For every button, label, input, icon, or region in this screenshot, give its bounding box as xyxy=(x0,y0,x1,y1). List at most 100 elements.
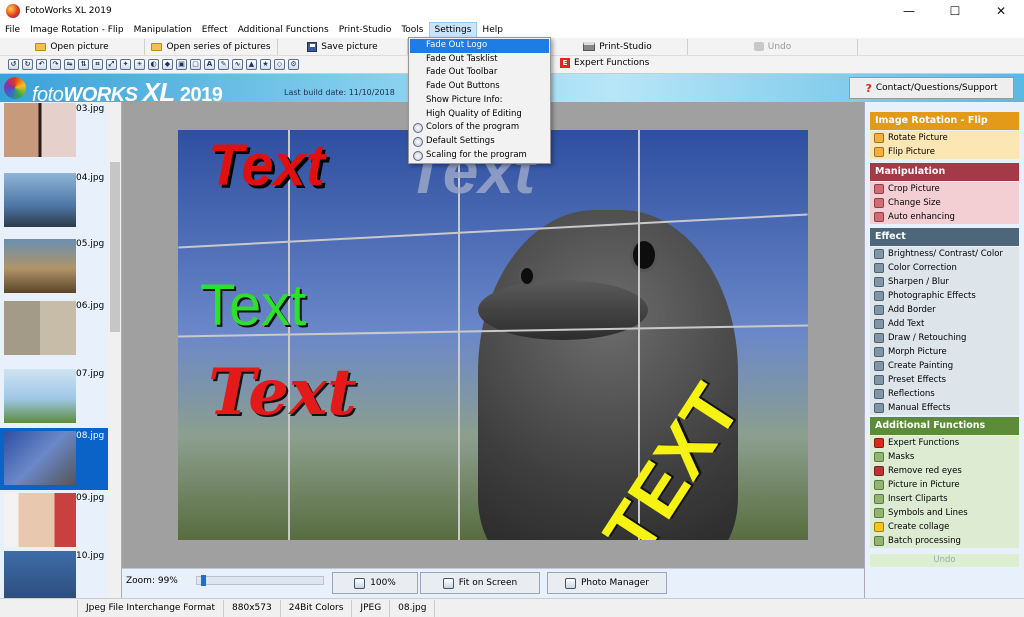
reflections-button[interactable]: Reflections xyxy=(870,387,1019,401)
remove-red-eyes-button[interactable]: Remove red eyes xyxy=(870,464,1019,478)
auto-enhancing-button[interactable]: Auto enhancing xyxy=(870,210,1019,224)
photo-effect-icon[interactable]: ▣ xyxy=(176,59,187,70)
resize-icon[interactable]: ⤢ xyxy=(106,59,117,70)
crop-icon[interactable]: ⌗ xyxy=(92,59,103,70)
menu-tools[interactable]: Tools xyxy=(396,22,428,38)
fit-on-screen-button[interactable]: Fit on Screen xyxy=(420,572,540,594)
close-button[interactable]: ✕ xyxy=(978,0,1024,22)
menu-help[interactable]: Help xyxy=(477,22,508,38)
contact-support-button[interactable]: ? Contact/Questions/Support xyxy=(849,77,1014,99)
draw-retouching-button[interactable]: Draw / Retouching xyxy=(870,331,1019,345)
add-text-button[interactable]: Add Text xyxy=(870,317,1019,331)
crop-picture-label: Crop Picture xyxy=(888,184,940,194)
rotate-ccw-icon[interactable]: ↶ xyxy=(36,59,47,70)
create-collage-label: Create collage xyxy=(888,522,950,532)
morph-picture-button[interactable]: Morph Picture xyxy=(870,345,1019,359)
insert-cliparts-button[interactable]: Insert Cliparts xyxy=(870,492,1019,506)
menu-file[interactable]: File xyxy=(0,22,25,38)
edited-photo[interactable]: Text Text Text Text TEXT xyxy=(178,130,808,540)
rotate-cw-icon[interactable]: ↷ xyxy=(50,59,61,70)
open-picture-button[interactable]: Open picture xyxy=(0,38,145,55)
section-image-rotation[interactable]: Image Rotation - Flip xyxy=(870,112,1019,130)
menu-fade-out-buttons[interactable]: Fade Out Buttons xyxy=(410,80,549,94)
reflection-icon[interactable]: ◇ xyxy=(274,59,285,70)
thumbnail-item[interactable]: 07.jpg xyxy=(0,366,108,428)
photographic-effects-button[interactable]: Photographic Effects xyxy=(870,289,1019,303)
zoom-100-button[interactable]: 100% xyxy=(332,572,418,594)
masks-button[interactable]: Masks xyxy=(870,450,1019,464)
panel-undo-button[interactable]: Undo xyxy=(870,554,1019,567)
preset-icon xyxy=(874,375,884,385)
flip-icon[interactable]: ⇋ xyxy=(64,59,75,70)
brush-icon[interactable]: ✎ xyxy=(218,59,229,70)
rotate-left-icon[interactable]: ↺ xyxy=(8,59,19,70)
menu-fade-out-logo[interactable]: Fade Out Logo xyxy=(410,39,549,53)
crop-picture-button[interactable]: Crop Picture xyxy=(870,182,1019,196)
menu-fade-out-tasklist[interactable]: Fade Out Tasklist xyxy=(410,53,549,67)
menu-additional-functions[interactable]: Additional Functions xyxy=(233,22,334,38)
thumbnail-item[interactable]: 04.jpg xyxy=(0,170,108,232)
thumbnail-item[interactable]: 05.jpg xyxy=(0,236,108,298)
status-file: 08.jpg xyxy=(390,599,436,617)
rotate-picture-button[interactable]: Rotate Picture xyxy=(870,131,1019,145)
menu-print-studio[interactable]: Print-Studio xyxy=(334,22,397,38)
menu-scaling[interactable]: Scaling for the program xyxy=(410,149,549,163)
color-icon xyxy=(874,263,884,273)
symbols-lines-button[interactable]: Symbols and Lines xyxy=(870,506,1019,520)
thumbnail-item[interactable]: 09.jpg xyxy=(0,490,108,552)
photo-manager-button[interactable]: Photo Manager xyxy=(547,572,667,594)
sharpen-blur-button[interactable]: Sharpen / Blur xyxy=(870,275,1019,289)
thumbnail-item[interactable]: 10.jpg xyxy=(0,548,108,599)
save-picture-button[interactable]: Save picture xyxy=(278,38,408,55)
menu-default-settings[interactable]: Default Settings xyxy=(410,135,549,149)
border-icon[interactable]: ▢ xyxy=(190,59,201,70)
painting-icon[interactable]: ▲ xyxy=(246,59,257,70)
text-tool-icon[interactable]: A xyxy=(204,59,215,70)
expert-functions-item[interactable]: Expert Functions xyxy=(870,436,1019,450)
thumbnail-item[interactable]: 06.jpg xyxy=(0,298,108,360)
menu-image-rotation[interactable]: Image Rotation - Flip xyxy=(25,22,129,38)
maximize-button[interactable]: ☐ xyxy=(932,0,978,22)
flip-picture-button[interactable]: Flip Picture xyxy=(870,145,1019,159)
add-border-button[interactable]: Add Border xyxy=(870,303,1019,317)
undo-button[interactable]: Undo xyxy=(688,38,858,55)
brightness-icon[interactable]: ☀ xyxy=(134,59,145,70)
change-size-button[interactable]: Change Size xyxy=(870,196,1019,210)
menu-high-quality[interactable]: High Quality of Editing xyxy=(410,108,549,122)
menu-fade-out-toolbar[interactable]: Fade Out Toolbar xyxy=(410,66,549,80)
menu-manipulation[interactable]: Manipulation xyxy=(129,22,197,38)
thumbnail-item-selected[interactable]: 08.jpg xyxy=(0,428,108,490)
zoom-slider-knob[interactable] xyxy=(200,575,206,586)
expert-functions-button[interactable]: E Expert Functions xyxy=(560,58,649,68)
preset-icon[interactable]: ★ xyxy=(260,59,271,70)
minimize-button[interactable]: — xyxy=(886,0,932,22)
enhance-icon[interactable]: ✦ xyxy=(120,59,131,70)
brightness-contrast-button[interactable]: Brightness/ Contrast/ Color xyxy=(870,247,1019,261)
menu-show-picture-info[interactable]: Show Picture Info: xyxy=(410,94,549,108)
sharpen-icon[interactable]: ◆ xyxy=(162,59,173,70)
rotate-right-icon[interactable]: ↻ xyxy=(22,59,33,70)
manual-effect-icon[interactable]: ⚙ xyxy=(288,59,299,70)
create-collage-button[interactable]: Create collage xyxy=(870,520,1019,534)
menu-settings[interactable]: Settings xyxy=(428,22,478,38)
create-painting-button[interactable]: Create Painting xyxy=(870,359,1019,373)
thumbnail-item[interactable]: 03.jpg xyxy=(0,102,108,164)
picture-in-picture-button[interactable]: Picture in Picture xyxy=(870,478,1019,492)
preset-effects-button[interactable]: Preset Effects xyxy=(870,373,1019,387)
mirror-icon[interactable]: ⇅ xyxy=(78,59,89,70)
menu-effect[interactable]: Effect xyxy=(197,22,233,38)
zoom-slider[interactable] xyxy=(196,575,324,586)
section-additional-functions[interactable]: Additional Functions xyxy=(870,417,1019,435)
color-icon[interactable]: ◐ xyxy=(148,59,159,70)
menu-colors-of-program[interactable]: Colors of the program xyxy=(410,121,549,135)
section-manipulation[interactable]: Manipulation xyxy=(870,163,1019,181)
thumbnail-scrollbar-thumb[interactable] xyxy=(110,162,120,332)
draw-retouching-label: Draw / Retouching xyxy=(888,333,967,343)
batch-processing-button[interactable]: Batch processing xyxy=(870,534,1019,548)
morph-icon[interactable]: ∿ xyxy=(232,59,243,70)
manual-effects-button[interactable]: Manual Effects xyxy=(870,401,1019,415)
print-studio-button[interactable]: Print-Studio xyxy=(548,38,688,55)
open-series-button[interactable]: Open series of pictures xyxy=(145,38,278,55)
section-effect[interactable]: Effect xyxy=(870,228,1019,246)
color-correction-button[interactable]: Color Correction xyxy=(870,261,1019,275)
